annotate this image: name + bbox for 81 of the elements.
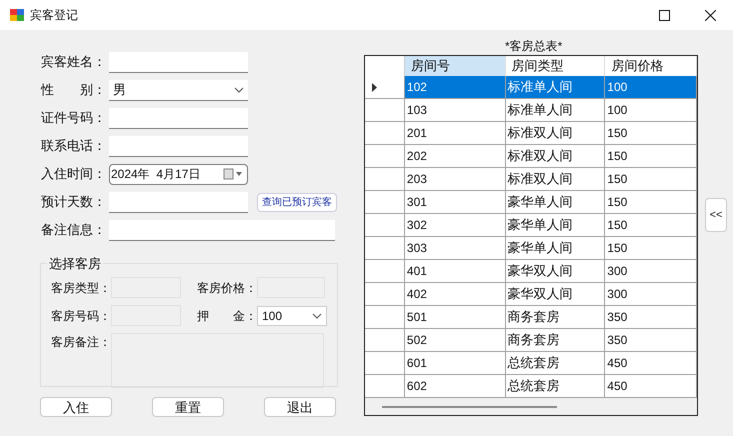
table-cell: 商务套房 (506, 306, 606, 328)
close-icon (704, 10, 716, 20)
chevron-down-icon (312, 312, 322, 318)
table-cell: 302 (404, 214, 506, 236)
table-cell: 标准双人间 (506, 122, 606, 144)
table-cell: 150 (605, 214, 697, 236)
field-label: 客房价格： (197, 280, 257, 296)
field-label: 客房备注： (51, 334, 111, 350)
table-cell: 豪华单人间 (506, 214, 606, 236)
table-cell: 602 (404, 375, 506, 397)
input-field[interactable] (109, 192, 248, 212)
table-cell: 标准双人间 (506, 145, 606, 167)
group-title: 选择客房 (48, 255, 102, 273)
current-row-icon (372, 82, 377, 92)
input-field[interactable] (109, 52, 248, 72)
field-label: 性 别： (40, 81, 107, 100)
table-cell: 303 (404, 237, 506, 259)
field-label: 预计天数： (40, 193, 107, 212)
dropdown[interactable]: 男 (109, 80, 248, 100)
table-cell: 150 (605, 191, 697, 213)
table-cell: 402 (404, 283, 506, 305)
column-header[interactable]: 房间号 (404, 56, 506, 76)
field-label: 联系电话： (40, 137, 107, 156)
table-title: *客房总表* (505, 38, 562, 55)
table-cell: 300 (605, 260, 697, 282)
table-cell: 350 (605, 306, 697, 328)
table-cell: 商务套房 (506, 329, 606, 351)
table-cell: 豪华双人间 (506, 260, 606, 282)
table-cell: 450 (605, 375, 697, 397)
table-cell: 150 (605, 237, 697, 259)
app-icon (9, 8, 25, 22)
input-field[interactable] (109, 220, 335, 240)
calendar-dropdown-icon (223, 168, 243, 180)
field-label: 证件号码： (40, 109, 107, 128)
table-cell: 150 (605, 168, 697, 190)
field-label: 客房号码： (51, 308, 111, 324)
table-cell: 350 (605, 329, 697, 351)
deposit-dropdown[interactable]: 100 (257, 306, 327, 326)
input-field[interactable] (109, 108, 248, 128)
table-cell: 标准双人间 (506, 168, 606, 190)
input-field[interactable] (109, 136, 248, 156)
field-label: 押 金： (197, 308, 257, 324)
table-cell: 401 (404, 260, 506, 282)
table-cell: 豪华双人间 (506, 283, 606, 305)
table-cell: 150 (605, 122, 697, 144)
table-cell: 201 (404, 122, 506, 144)
table-cell: 102 (404, 76, 506, 98)
horizontal-scrollbar[interactable] (365, 398, 697, 415)
table-cell: 501 (404, 306, 506, 328)
field-label: 宾客姓名： (40, 53, 107, 72)
field-label: 入住时间： (40, 165, 107, 184)
table-cell: 总统套房 (506, 352, 606, 374)
chevron-down-icon (234, 86, 244, 92)
table-cell: 103 (404, 99, 506, 121)
table-cell: 100 (605, 76, 697, 98)
form-button[interactable]: 入住 (40, 397, 112, 417)
date-picker[interactable]: 2024年 4月17日 (109, 164, 248, 184)
table-cell: 标准单人间 (506, 99, 606, 121)
form-button[interactable]: 退出 (264, 397, 336, 417)
expand-button[interactable]: << (705, 198, 727, 232)
field-label: 客房类型： (51, 280, 111, 296)
maximize-icon (658, 10, 670, 20)
table-cell: 203 (404, 168, 506, 190)
row-header[interactable] (365, 76, 405, 98)
table-cell: 202 (404, 145, 506, 167)
table-cell: 502 (404, 329, 506, 351)
form-button[interactable]: 重置 (152, 397, 224, 417)
window-title: 宾客登记 (30, 7, 78, 24)
table-cell: 450 (605, 352, 697, 374)
table-cell: 601 (404, 352, 506, 374)
table-cell: 150 (605, 145, 697, 167)
query-reserved-guests-button[interactable]: 查询已预订宾客 (257, 192, 337, 212)
table-cell: 豪华单人间 (506, 191, 606, 213)
column-header[interactable]: 房间类型 (506, 56, 606, 76)
table-cell: 总统套房 (506, 375, 606, 397)
table-cell: 301 (404, 191, 506, 213)
table-cell: 标准单人间 (506, 76, 606, 98)
table-cell: 300 (605, 283, 697, 305)
table-cell: 豪华单人间 (506, 237, 606, 259)
field-label: 备注信息： (40, 221, 107, 240)
table-cell: 100 (605, 99, 697, 121)
